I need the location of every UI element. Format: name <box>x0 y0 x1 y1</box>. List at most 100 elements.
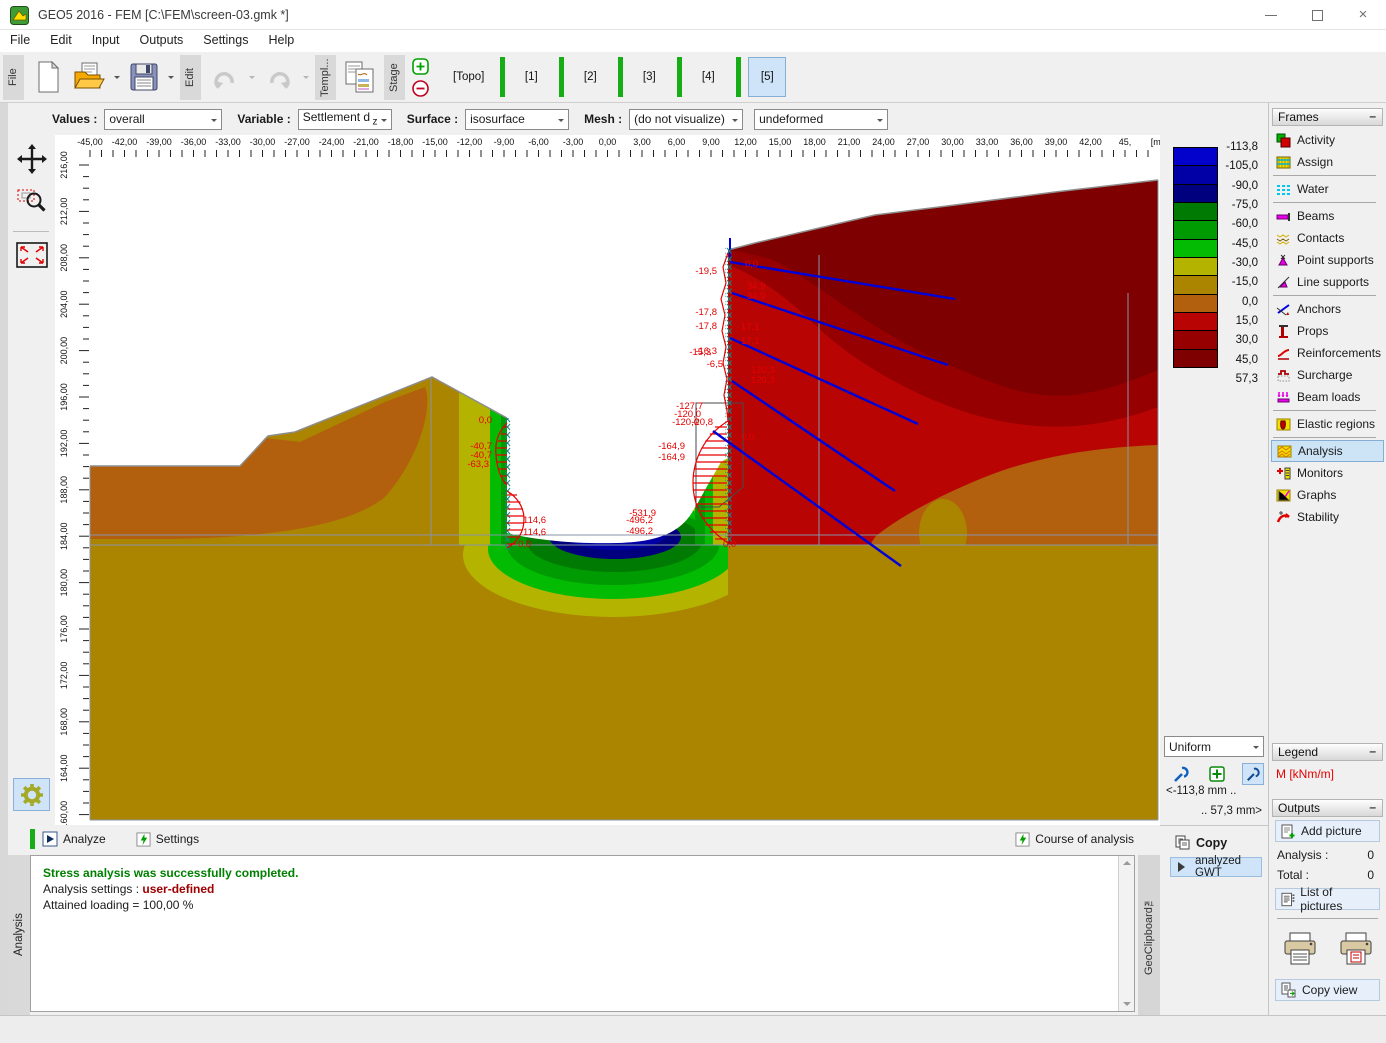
svg-text:-19,5: -19,5 <box>695 266 717 277</box>
maximize-button[interactable] <box>1294 0 1340 30</box>
surface-dropdown[interactable]: isosurface <box>465 109 569 130</box>
new-file-button[interactable] <box>27 55 69 100</box>
settings-gear-button[interactable] <box>13 778 50 811</box>
file-group-tab[interactable]: File <box>3 55 24 100</box>
frames-header[interactable]: Frames– <box>1272 108 1383 126</box>
undo-button[interactable] <box>204 55 246 100</box>
play-icon <box>1178 862 1190 872</box>
stage-button-3[interactable]: [3] <box>630 57 668 97</box>
frames-item-anchors[interactable]: Anchors <box>1271 298 1384 320</box>
menu-edit[interactable]: Edit <box>40 30 82 47</box>
outputs-header[interactable]: Outputs– <box>1272 799 1383 817</box>
stage-button-topo[interactable]: [Topo] <box>446 57 491 97</box>
frames-item-line-supports[interactable]: Line supports <box>1271 271 1384 293</box>
scroll-up-icon[interactable] <box>1123 861 1131 865</box>
svg-text:204,00: 204,00 <box>59 290 69 318</box>
values-dropdown[interactable]: overall <box>104 109 222 130</box>
svg-text:114,6: 114,6 <box>523 515 546 526</box>
svg-text:160,00: 160,00 <box>59 801 69 825</box>
model-canvas[interactable]: 0,0-40,7-40,7-63,3114,6114,60,0-19,50,03… <box>55 135 1160 825</box>
analysis-settings-button[interactable]: Settings <box>128 827 207 851</box>
log-scrollbar[interactable] <box>1118 856 1134 1011</box>
frames-item-reinforcements[interactable]: Reinforcements <box>1271 342 1384 364</box>
frames-item-point-supports[interactable]: Point supports <box>1271 249 1384 271</box>
remove-stage-icon[interactable] <box>412 80 429 97</box>
frames-item-monitors[interactable]: Monitors <box>1271 462 1384 484</box>
svg-text:-18,00: -18,00 <box>388 137 414 147</box>
template-button[interactable] <box>339 55 381 100</box>
frames-item-activity[interactable]: Activity <box>1271 129 1384 151</box>
svg-text:-63,3: -63,3 <box>467 459 489 470</box>
svg-text:208,00: 208,00 <box>59 244 69 272</box>
list-of-pictures-button[interactable]: List of pictures <box>1275 888 1380 910</box>
undo-dropdown-caret[interactable] <box>246 72 258 82</box>
fit-view-button[interactable] <box>14 237 50 273</box>
scale-settings-button[interactable] <box>1242 763 1264 785</box>
stage-button-4[interactable]: [4] <box>689 57 727 97</box>
frames-item-stability[interactable]: Stability <box>1271 506 1384 528</box>
open-dropdown-caret[interactable] <box>111 72 123 82</box>
menu-help[interactable]: Help <box>258 30 304 47</box>
outputs-minimize-icon[interactable]: – <box>1369 800 1376 814</box>
scale-wrench-button[interactable] <box>1170 763 1192 785</box>
scale-mode-dropdown[interactable]: Uniform <box>1164 736 1264 757</box>
elastic-icon <box>1276 417 1291 432</box>
frames-item-graphs[interactable]: Graphs <box>1271 484 1384 506</box>
frames-item-surcharge[interactable]: Surcharge <box>1271 364 1384 386</box>
main-toolbar: File Edit <box>0 52 1386 103</box>
menu-outputs[interactable]: Outputs <box>130 30 194 47</box>
frames-item-beam-loads[interactable]: Beam loads <box>1271 386 1384 408</box>
add-picture-icon <box>1281 824 1296 839</box>
stage-button-2[interactable]: [2] <box>571 57 609 97</box>
flank-band-2 <box>490 409 501 545</box>
minimize-button[interactable] <box>1248 0 1294 30</box>
copy-button[interactable]: Copy <box>1160 826 1268 851</box>
edit-group-tab[interactable]: Edit <box>180 55 201 100</box>
analysis-vertical-tab[interactable]: Analysis <box>8 855 30 1015</box>
svg-text:216,00: 216,00 <box>59 151 69 179</box>
legend-minimize-icon[interactable]: – <box>1369 744 1376 758</box>
frames-item-analysis[interactable]: Analysis <box>1271 440 1384 462</box>
frames-item-elastic-regions[interactable]: Elastic regions <box>1271 413 1384 435</box>
svg-text:180,00: 180,00 <box>59 569 69 597</box>
svg-text:0,00: 0,00 <box>599 137 617 147</box>
open-file-button[interactable] <box>69 55 111 100</box>
deform-dropdown[interactable]: undeformed <box>754 109 888 130</box>
zoom-tool-button[interactable] <box>14 183 50 219</box>
stage-group-tab[interactable]: Stage <box>384 55 405 100</box>
stage-button-1[interactable]: [1] <box>512 57 550 97</box>
frames-item-water[interactable]: Water <box>1271 178 1384 200</box>
analyzed-gwt-button[interactable]: analyzed GWT <box>1170 857 1262 877</box>
scale-value: 0,0 <box>1242 296 1258 308</box>
course-of-analysis-button[interactable]: Course of analysis <box>1007 827 1142 851</box>
legend-header[interactable]: Legend– <box>1272 743 1383 761</box>
pan-tool-button[interactable] <box>14 141 50 177</box>
frames-item-contacts[interactable]: Contacts <box>1271 227 1384 249</box>
add-stage-icon[interactable] <box>412 58 429 75</box>
template-group-tab[interactable]: Templ... <box>315 55 336 100</box>
print-button[interactable] <box>1278 927 1322 971</box>
save-dropdown-caret[interactable] <box>165 72 177 82</box>
add-picture-button[interactable]: Add picture <box>1275 820 1380 842</box>
analysis-count: 0 <box>1367 848 1374 862</box>
stage-button-5[interactable]: [5] <box>748 57 786 97</box>
redo-button[interactable] <box>258 55 300 100</box>
frames-minimize-icon[interactable]: – <box>1369 109 1376 123</box>
mesh-dropdown[interactable]: (do not visualize) <box>629 109 743 130</box>
menu-input[interactable]: Input <box>82 30 130 47</box>
variable-dropdown[interactable]: Settlement d z <box>298 109 392 130</box>
redo-dropdown-caret[interactable] <box>300 72 312 82</box>
analyze-button[interactable]: Analyze <box>40 827 114 851</box>
frames-item-assign[interactable]: Assign <box>1271 151 1384 173</box>
print-preview-button[interactable] <box>1334 927 1378 971</box>
menu-file[interactable]: File <box>0 30 40 47</box>
frames-item-beams[interactable]: Beams <box>1271 205 1384 227</box>
close-button[interactable]: × <box>1340 0 1386 30</box>
frames-item-props[interactable]: Props <box>1271 320 1384 342</box>
scroll-down-icon[interactable] <box>1123 1002 1131 1006</box>
menu-settings[interactable]: Settings <box>193 30 258 47</box>
scale-add-button[interactable] <box>1206 763 1228 785</box>
save-button[interactable] <box>123 55 165 100</box>
copy-view-button[interactable]: Copy view <box>1275 979 1380 1001</box>
frames-item-label: Line supports <box>1297 275 1369 289</box>
